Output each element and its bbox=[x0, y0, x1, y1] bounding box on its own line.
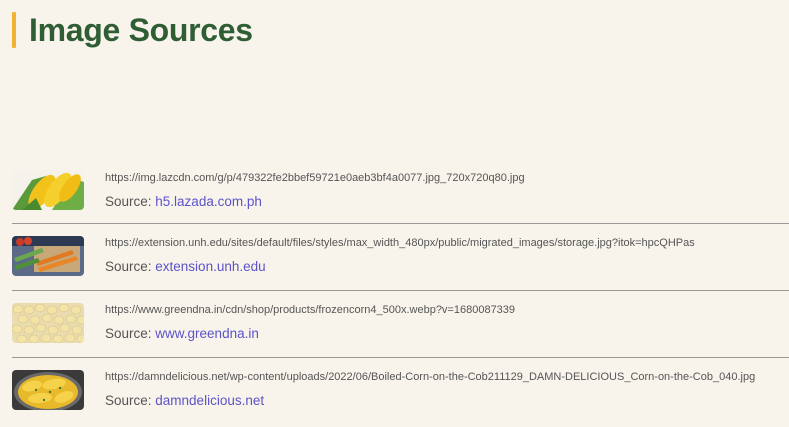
image-url[interactable]: https://extension.unh.edu/sites/default/… bbox=[105, 237, 695, 249]
source-link[interactable]: damndelicious.net bbox=[155, 393, 264, 408]
source-link[interactable]: h5.lazada.com.ph bbox=[155, 194, 262, 209]
source-label: Source: bbox=[105, 194, 156, 209]
list-item: https://www.greendna.in/cdn/shop/product… bbox=[12, 291, 789, 358]
list-item: https://damndelicious.net/wp-content/upl… bbox=[12, 358, 789, 424]
source-line: Source: extension.unh.edu bbox=[105, 259, 266, 274]
list-item: https://extension.unh.edu/sites/default/… bbox=[12, 224, 789, 291]
image-url[interactable]: https://img.lazcdn.com/g/p/479322fe2bbef… bbox=[105, 172, 525, 184]
source-line: Source: www.greendna.in bbox=[105, 326, 259, 341]
corn-kernels-thumbnail[interactable] bbox=[12, 303, 84, 343]
source-line: Source: h5.lazada.com.ph bbox=[105, 194, 262, 209]
title-accent-bar bbox=[12, 12, 16, 48]
list-item: https://img.lazcdn.com/g/p/479322fe2bbef… bbox=[12, 163, 789, 224]
source-line: Source: damndelicious.net bbox=[105, 393, 264, 408]
source-label: Source: bbox=[105, 259, 156, 274]
page-title: Image Sources bbox=[29, 12, 253, 48]
boiled-corn-thumbnail[interactable] bbox=[12, 370, 84, 410]
source-link[interactable]: extension.unh.edu bbox=[155, 259, 265, 274]
image-url[interactable]: https://www.greendna.in/cdn/shop/product… bbox=[105, 304, 515, 316]
source-label: Source: bbox=[105, 393, 156, 408]
image-url[interactable]: https://damndelicious.net/wp-content/upl… bbox=[105, 371, 755, 383]
image-source-list: https://img.lazcdn.com/g/p/479322fe2bbef… bbox=[12, 163, 789, 424]
vegetable-storage-thumbnail[interactable] bbox=[12, 236, 84, 276]
corn-cobs-thumbnail[interactable] bbox=[12, 170, 84, 210]
source-label: Source: bbox=[105, 326, 156, 341]
source-link[interactable]: www.greendna.in bbox=[155, 326, 259, 341]
page-header: Image Sources bbox=[12, 10, 253, 50]
